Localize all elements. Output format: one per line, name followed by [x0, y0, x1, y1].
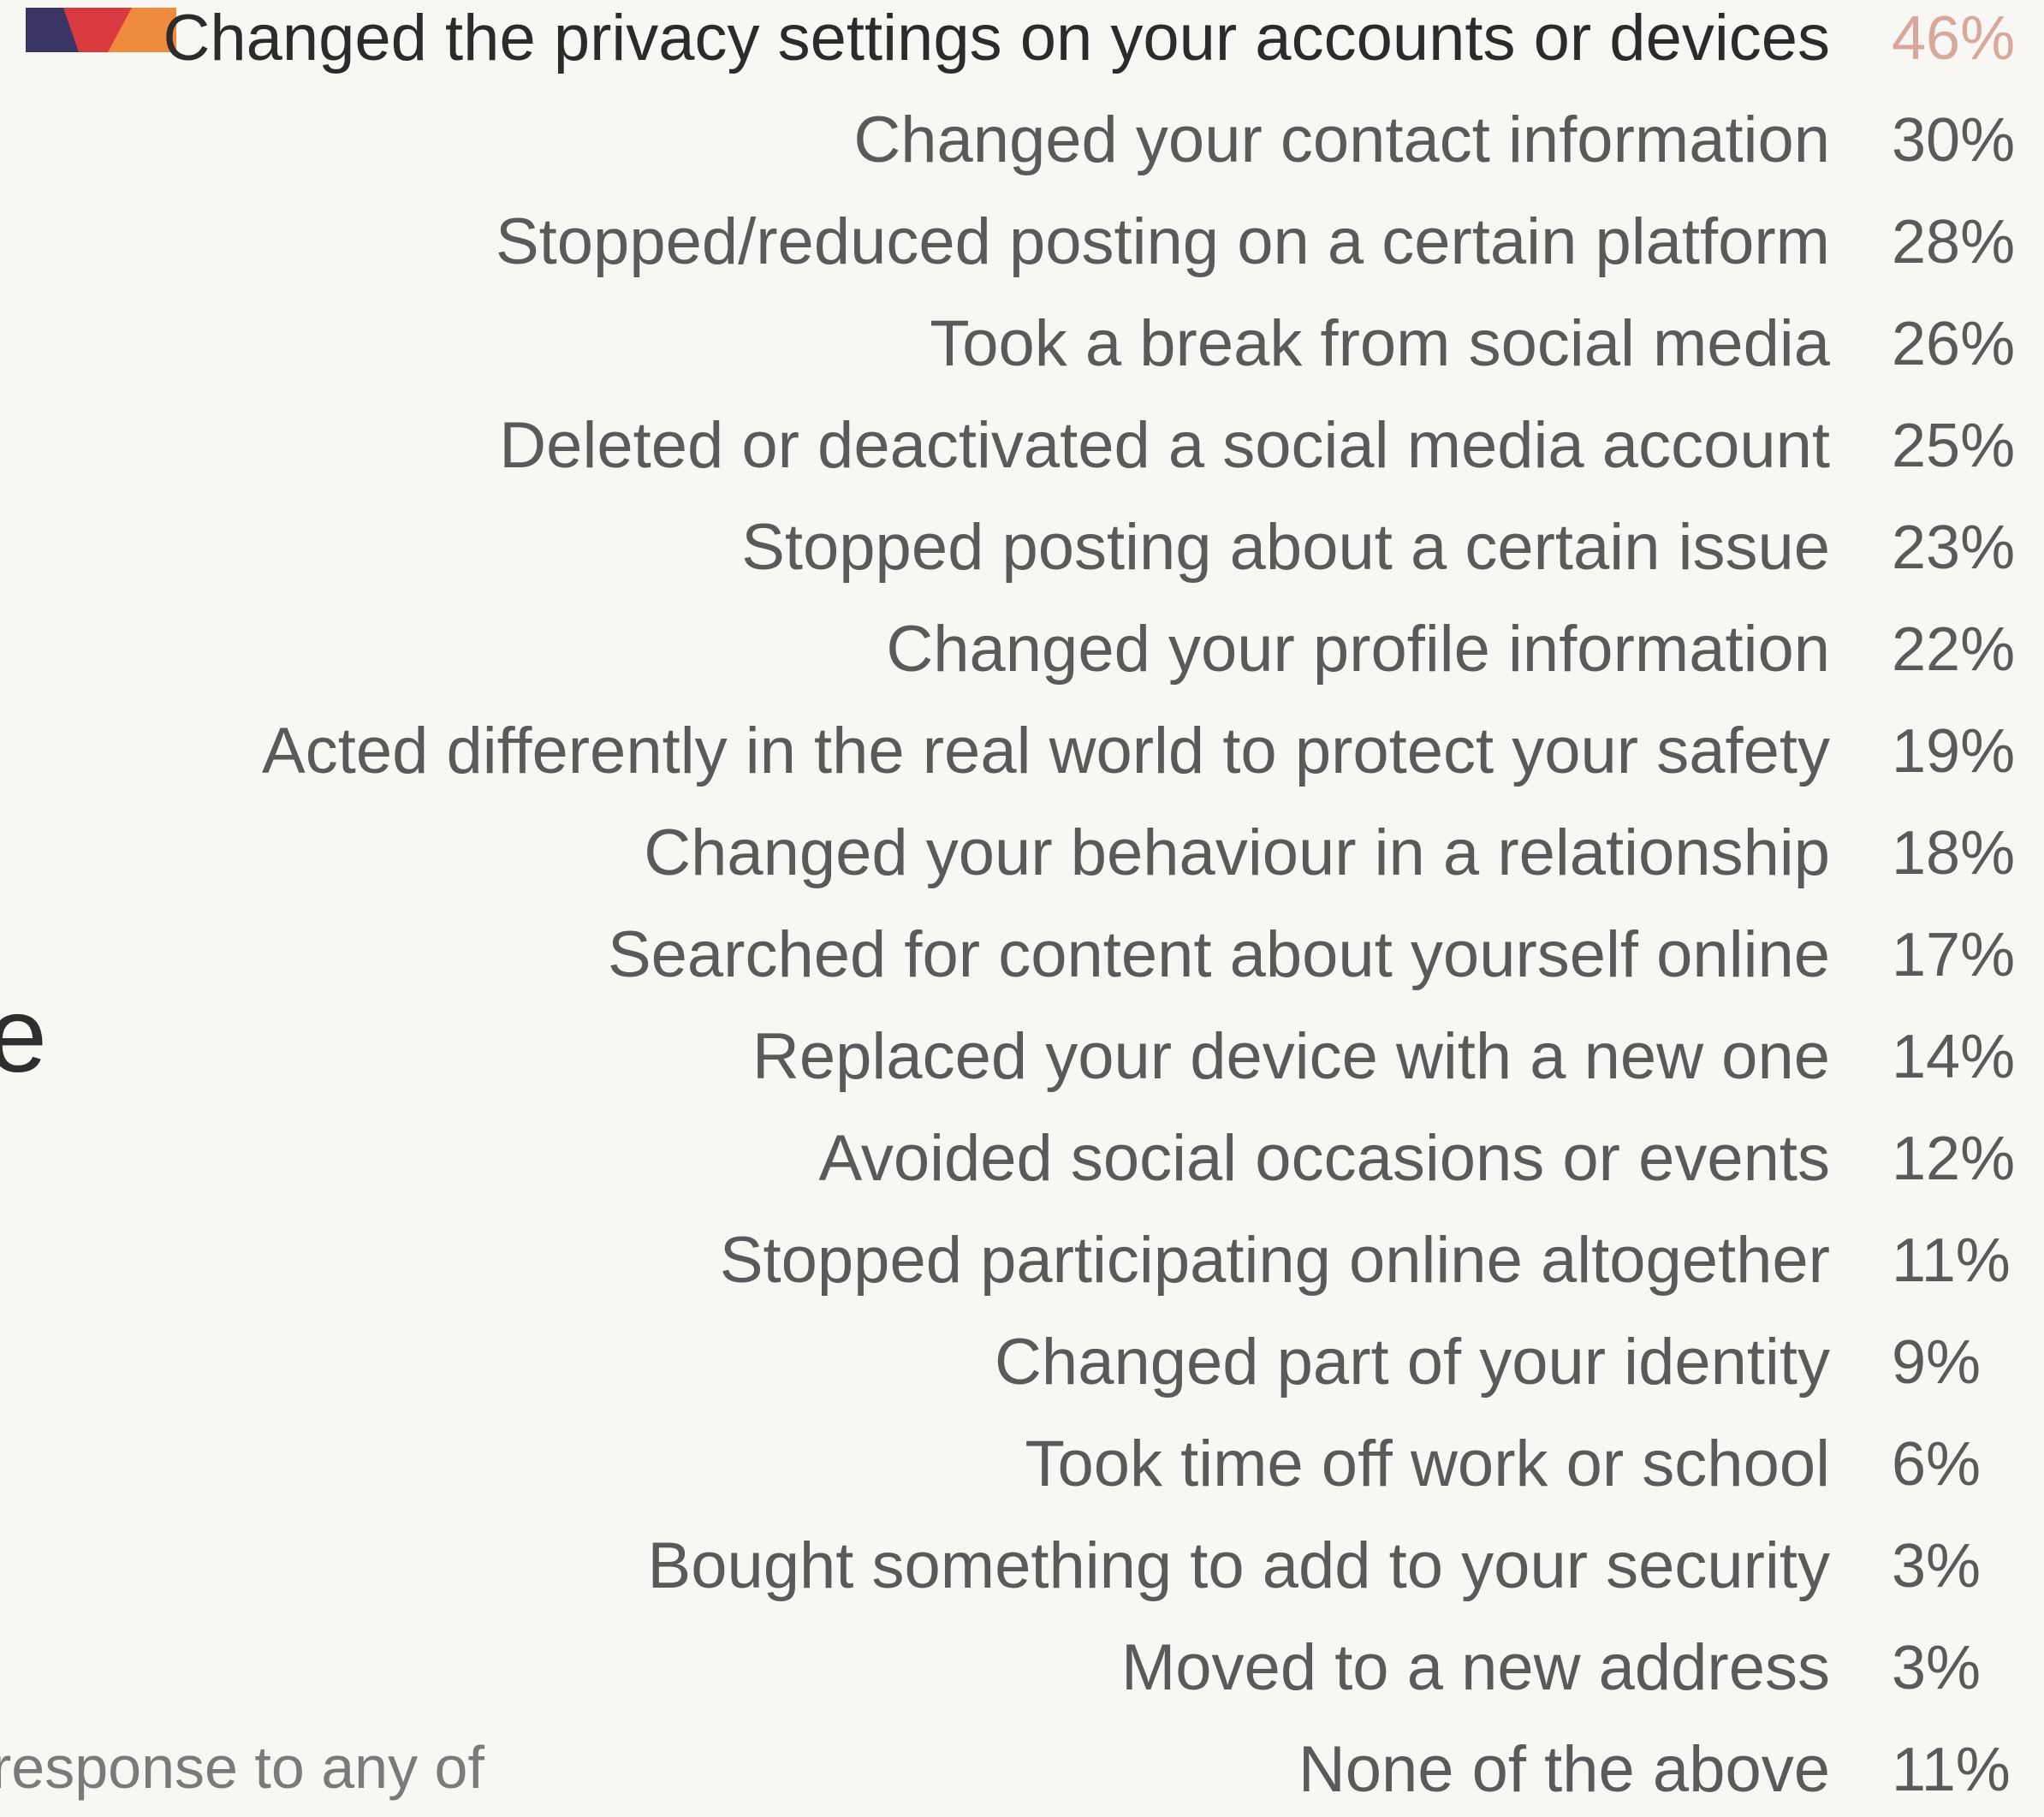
- table-row: Acted differently in the real world to p…: [0, 704, 2044, 799]
- table-row: Stopped posting about a certain issue 23%: [0, 501, 2044, 595]
- row-label: Took time off work or school: [1025, 1428, 1830, 1500]
- table-row: Avoided social occasions or events 12%: [0, 1112, 2044, 1206]
- row-value: 26%: [1892, 310, 2016, 378]
- table-row: Deleted or deactivated a social media ac…: [0, 399, 2044, 493]
- row-value: 19%: [1892, 717, 2016, 786]
- chart: Changed the privacy settings on your acc…: [0, 0, 2044, 1806]
- table-row: Bought something to add to your security…: [0, 1519, 2044, 1613]
- table-row: Replaced your device with a new one 14%: [0, 1010, 2044, 1104]
- row-value: 3%: [1892, 1634, 1982, 1702]
- row-value: 30%: [1892, 106, 2016, 175]
- row-value: 3%: [1892, 1532, 1982, 1600]
- row-value: 11%: [1892, 1736, 2011, 1804]
- row-label: Changed the privacy settings on your acc…: [163, 2, 1830, 74]
- row-label: Replaced your device with a new one: [752, 1020, 1830, 1093]
- row-label: Moved to a new address: [1120, 1631, 1830, 1704]
- row-label: Changed your profile information: [886, 613, 1830, 686]
- row-value: 23%: [1892, 514, 2016, 582]
- row-label: Changed part of your identity: [995, 1326, 1830, 1398]
- table-row: Moved to a new address 3%: [0, 1621, 2044, 1715]
- row-value: 6%: [1892, 1430, 1982, 1499]
- row-label: Took a break from social media: [930, 307, 1830, 380]
- row-value: 14%: [1892, 1023, 2016, 1091]
- cropped-heading-fragment: e: [0, 977, 47, 1095]
- table-row: Took a break from social media 26%: [0, 297, 2044, 391]
- row-value: 46%: [1892, 4, 2016, 73]
- row-value: 22%: [1892, 615, 2016, 684]
- row-value: 28%: [1892, 208, 2016, 276]
- table-row: Took time off work or school 6%: [0, 1417, 2044, 1511]
- legend-swatch-icon: [26, 8, 176, 52]
- row-label: Changed your behaviour in a relationship: [644, 816, 1830, 889]
- table-row: Changed your behaviour in a relationship…: [0, 806, 2044, 900]
- row-value: 11%: [1892, 1226, 2011, 1295]
- row-value: 9%: [1892, 1328, 1982, 1397]
- table-row: Changed part of your identity 9%: [0, 1315, 2044, 1410]
- row-label: Avoided social occasions or events: [818, 1122, 1831, 1195]
- table-row: Searched for content about yourself onli…: [0, 908, 2044, 1002]
- row-label: Stopped/reduced posting on a certain pla…: [495, 205, 1830, 278]
- row-label: Stopped participating online altogether: [719, 1224, 1830, 1297]
- row-label: Bought something to add to your security: [647, 1529, 1830, 1602]
- table-row: Changed your contact information 30%: [0, 93, 2044, 187]
- row-label: Acted differently in the real world to p…: [262, 715, 1830, 787]
- row-value: 17%: [1892, 921, 2016, 989]
- table-row: Stopped participating online altogether 1…: [0, 1214, 2044, 1308]
- row-value: 18%: [1892, 819, 2016, 888]
- row-label: Changed your contact information: [853, 104, 1830, 176]
- row-label: Deleted or deactivated a social media ac…: [499, 409, 1830, 482]
- table-row: Stopped/reduced posting on a certain pla…: [0, 195, 2044, 289]
- row-value: 12%: [1892, 1125, 2016, 1193]
- table-row: Changed your profile information 22%: [0, 603, 2044, 697]
- cropped-caption-fragment: response to any of: [0, 1734, 484, 1801]
- row-label: Stopped posting about a certain issue: [741, 511, 1830, 584]
- row-value: 25%: [1892, 412, 2016, 480]
- table-row: Changed the privacy settings on your acc…: [0, 0, 2044, 86]
- row-label: None of the above: [1298, 1733, 1830, 1806]
- row-label: Searched for content about yourself onli…: [607, 918, 1830, 991]
